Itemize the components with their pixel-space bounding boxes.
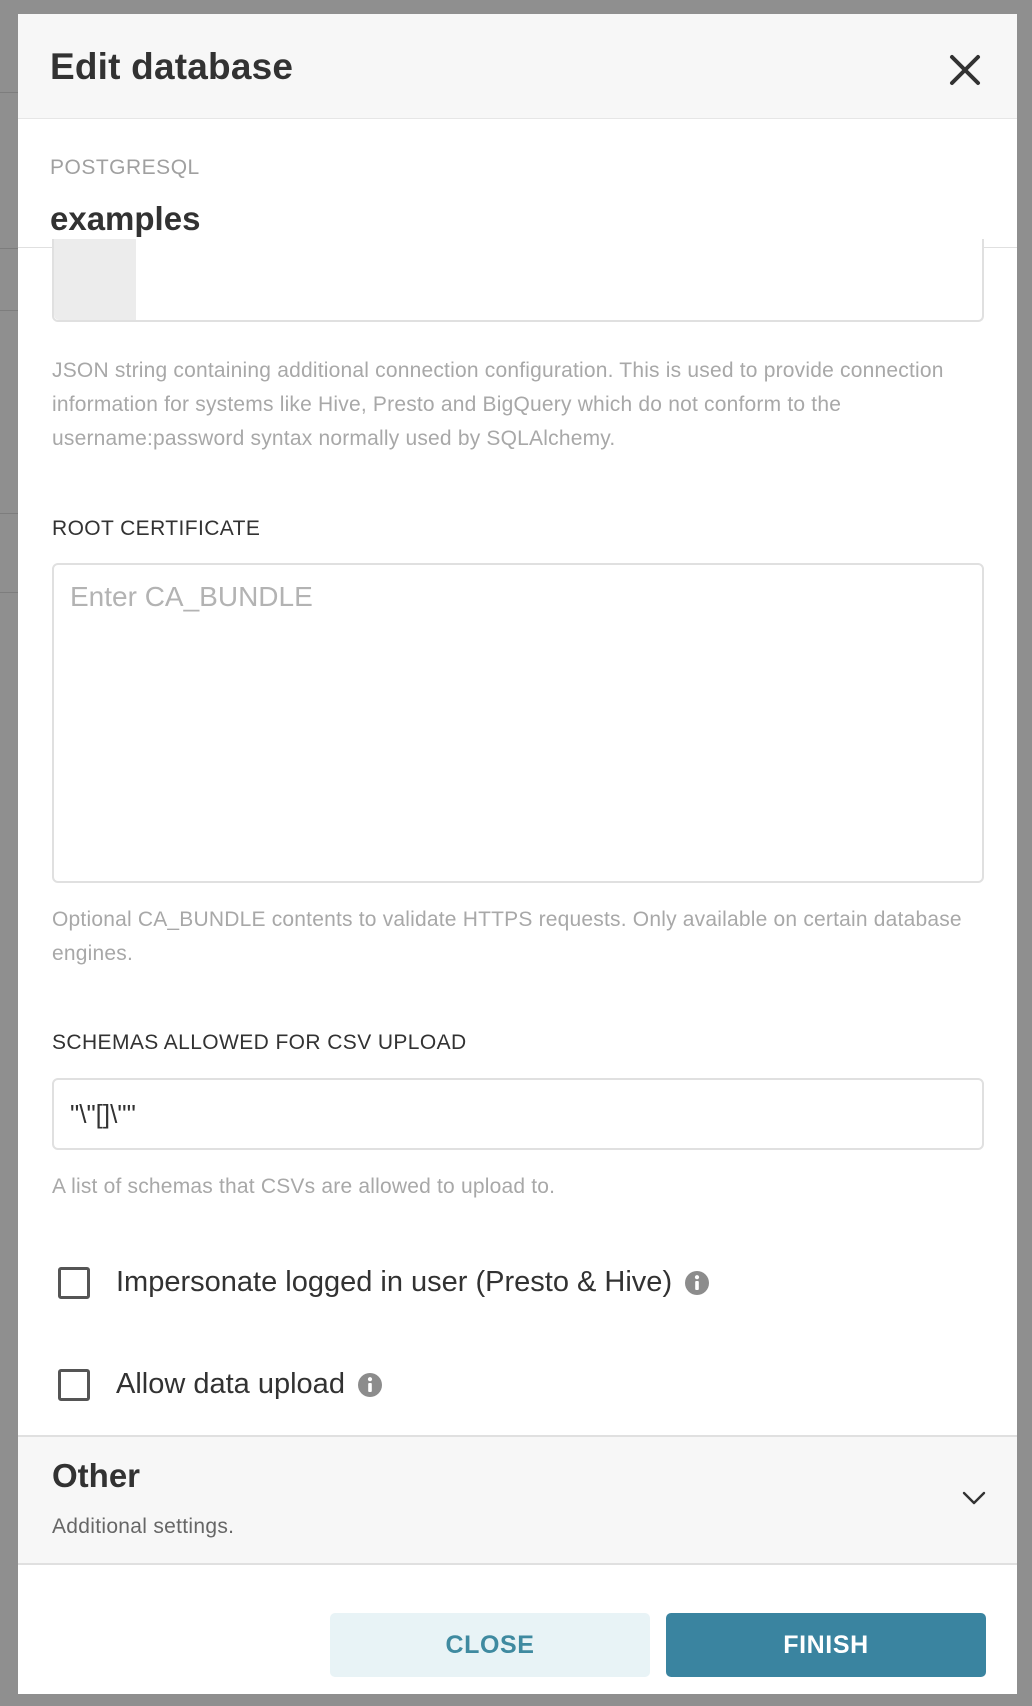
info-icon[interactable] (357, 1372, 383, 1398)
csv-schemas-input[interactable] (52, 1078, 984, 1150)
modal-footer: CLOSE FINISH (18, 1567, 1017, 1694)
impersonate-user-checkbox[interactable] (58, 1266, 90, 1299)
extra-json-editor[interactable] (52, 239, 984, 322)
allow-data-upload-label: Allow data upload (116, 1368, 345, 1400)
database-name: examples (50, 200, 201, 237)
modal-title: Edit database (50, 46, 294, 87)
close-button[interactable]: CLOSE (330, 1613, 650, 1677)
modal-header: Edit database (18, 14, 1017, 119)
background-divider (0, 592, 18, 593)
other-settings-title: Other (52, 1457, 141, 1494)
allow-data-upload-checkbox-row[interactable]: Allow data upload (58, 1368, 383, 1401)
root-certificate-textarea[interactable] (52, 563, 984, 883)
other-settings-panel[interactable]: Other Additional settings. (18, 1435, 1017, 1565)
root-certificate-helper: Optional CA_BUNDLE contents to validate … (52, 908, 962, 965)
extra-helper-text: JSON string containing additional connec… (52, 359, 944, 450)
background-divider (0, 248, 18, 249)
edit-database-modal: Edit database POSTGRESQL examples JSON s… (18, 14, 1017, 1694)
other-settings-subtitle: Additional settings. (52, 1515, 235, 1538)
background-divider (0, 92, 18, 93)
info-icon[interactable] (684, 1270, 710, 1296)
database-info: POSTGRESQL examples (18, 120, 1017, 248)
close-icon[interactable] (947, 52, 983, 88)
root-certificate-label: ROOT CERTIFICATE (52, 517, 261, 540)
background-divider (0, 310, 18, 311)
database-engine: POSTGRESQL (50, 156, 200, 179)
chevron-down-icon[interactable] (961, 1489, 987, 1507)
modal-body[interactable]: JSON string containing additional connec… (18, 239, 1017, 1449)
csv-schemas-helper: A list of schemas that CSVs are allowed … (52, 1175, 556, 1198)
impersonate-user-checkbox-row[interactable]: Impersonate logged in user (Presto & Hiv… (58, 1266, 710, 1299)
allow-data-upload-checkbox[interactable] (58, 1368, 90, 1401)
impersonate-user-label: Impersonate logged in user (Presto & Hiv… (116, 1266, 673, 1298)
csv-schemas-label: SCHEMAS ALLOWED FOR CSV UPLOAD (52, 1031, 467, 1054)
editor-gutter (54, 239, 136, 320)
background-divider (0, 513, 18, 514)
finish-button[interactable]: FINISH (666, 1613, 986, 1677)
